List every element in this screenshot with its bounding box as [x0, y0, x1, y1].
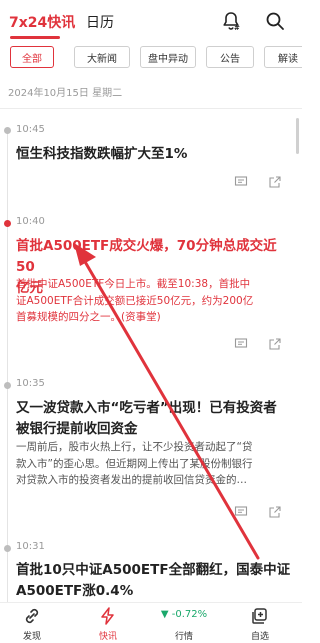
news-body[interactable]: 一周前后，股市火热上行，让不少投资者动起了“贷 款入市”的歪心思。但近期网上传出… [16, 439, 292, 489]
chip-big-news[interactable]: 大新闻 [74, 46, 130, 68]
body-line: 款入市”的歪心思。但近期网上传出了某股份制银行 [16, 457, 253, 470]
title-line: A500ETF涨0.4% [16, 583, 134, 599]
title-line: 被银行提前收回资金 [16, 421, 138, 437]
news-time: 10:31 [16, 541, 45, 552]
chip-intraday-moves[interactable]: 盘中异动 [140, 46, 196, 68]
nav-watchlist-label: 自选 [250, 632, 269, 642]
share-icon[interactable] [268, 175, 282, 189]
nav-market[interactable]: ▼ -0.72% 行情 [154, 603, 214, 643]
share-icon[interactable] [268, 505, 282, 519]
timeline-line [7, 128, 8, 608]
news-body[interactable]: 首批中证A500ETF今日上市。截至10:38，首批中 证A500ETF合计成交… [16, 276, 292, 326]
timeline-dot [4, 545, 11, 552]
bell-settings-icon[interactable]: # [220, 10, 242, 32]
nav-flash-label: 快讯 [98, 632, 117, 642]
tab-calendar[interactable]: 日历 [86, 12, 114, 32]
chip-all[interactable]: 全部 [10, 46, 54, 68]
chip-announcements[interactable]: 公告 [206, 46, 254, 68]
body-line: 证A500ETF合计成交额已接近50亿元，约为200亿 [16, 294, 254, 307]
search-icon[interactable] [264, 10, 286, 32]
body-line: 对贷款入市的投资者发出的提前收回信贷资金的… [16, 474, 247, 486]
nav-watchlist[interactable]: 自选 [230, 603, 290, 643]
title-line: 首批A500ETF成交火爆，70分钟总成交近50 [16, 238, 277, 275]
body-line: 一周前后，股市火热上行，让不少投资者动起了“贷 [16, 441, 253, 453]
header-divider [0, 108, 302, 109]
share-icon[interactable] [268, 337, 282, 351]
timeline-dot [4, 382, 11, 389]
market-change: ▼ -0.72% [160, 609, 208, 620]
title-line: 首批10只中证A500ETF全部翻红，国泰中证 [16, 562, 291, 578]
body-line: 首批中证A500ETF今日上市。截至10:38，首批中 [16, 278, 251, 290]
chip-analysis[interactable]: 解读 [264, 46, 302, 68]
lightning-icon [101, 607, 114, 625]
news-title[interactable]: 又一波贷款入市“吃亏者”出现！已有投资者 被银行提前收回资金 [16, 398, 292, 440]
news-title[interactable]: 首批10只中证A500ETF全部翻红，国泰中证 A500ETF涨0.4% [16, 560, 292, 602]
timeline-dot-highlight [4, 220, 11, 227]
comment-icon[interactable] [234, 505, 248, 519]
news-time: 10:40 [16, 216, 45, 227]
nav-discover[interactable]: 发现 [2, 603, 62, 643]
news-title[interactable]: 恒生科技指数跌幅扩大至1% [16, 144, 292, 165]
add-watchlist-icon [252, 608, 267, 624]
body-line: 首募规模的四分之一。(资事堂) [16, 311, 161, 323]
bottom-nav: 发现 快讯 ▼ -0.72% 行情 自选 [0, 602, 302, 643]
title-line: 又一波贷款入市“吃亏者”出现！已有投资者 [16, 400, 277, 416]
nav-market-label: 行情 [174, 632, 193, 642]
top-tab-bar: 7x24快讯 日历 # [0, 0, 302, 44]
scrollbar[interactable] [296, 118, 299, 154]
news-time: 10:45 [16, 124, 45, 135]
nav-flash[interactable]: 快讯 [78, 603, 138, 643]
comment-icon[interactable] [234, 337, 248, 351]
active-tab-indicator [10, 36, 60, 39]
svg-text:#: # [234, 24, 240, 32]
link-icon [25, 608, 39, 624]
timeline-dot [4, 127, 11, 134]
category-chips: 全部 大新闻 盘中异动 公告 解读 [0, 44, 302, 74]
date-line: 2024年10月15日 星期二 [8, 88, 123, 99]
tab-7x24-flash[interactable]: 7x24快讯 [9, 12, 75, 32]
news-time: 10:35 [16, 378, 45, 389]
nav-discover-label: 发现 [22, 632, 41, 642]
comment-icon[interactable] [234, 175, 248, 189]
